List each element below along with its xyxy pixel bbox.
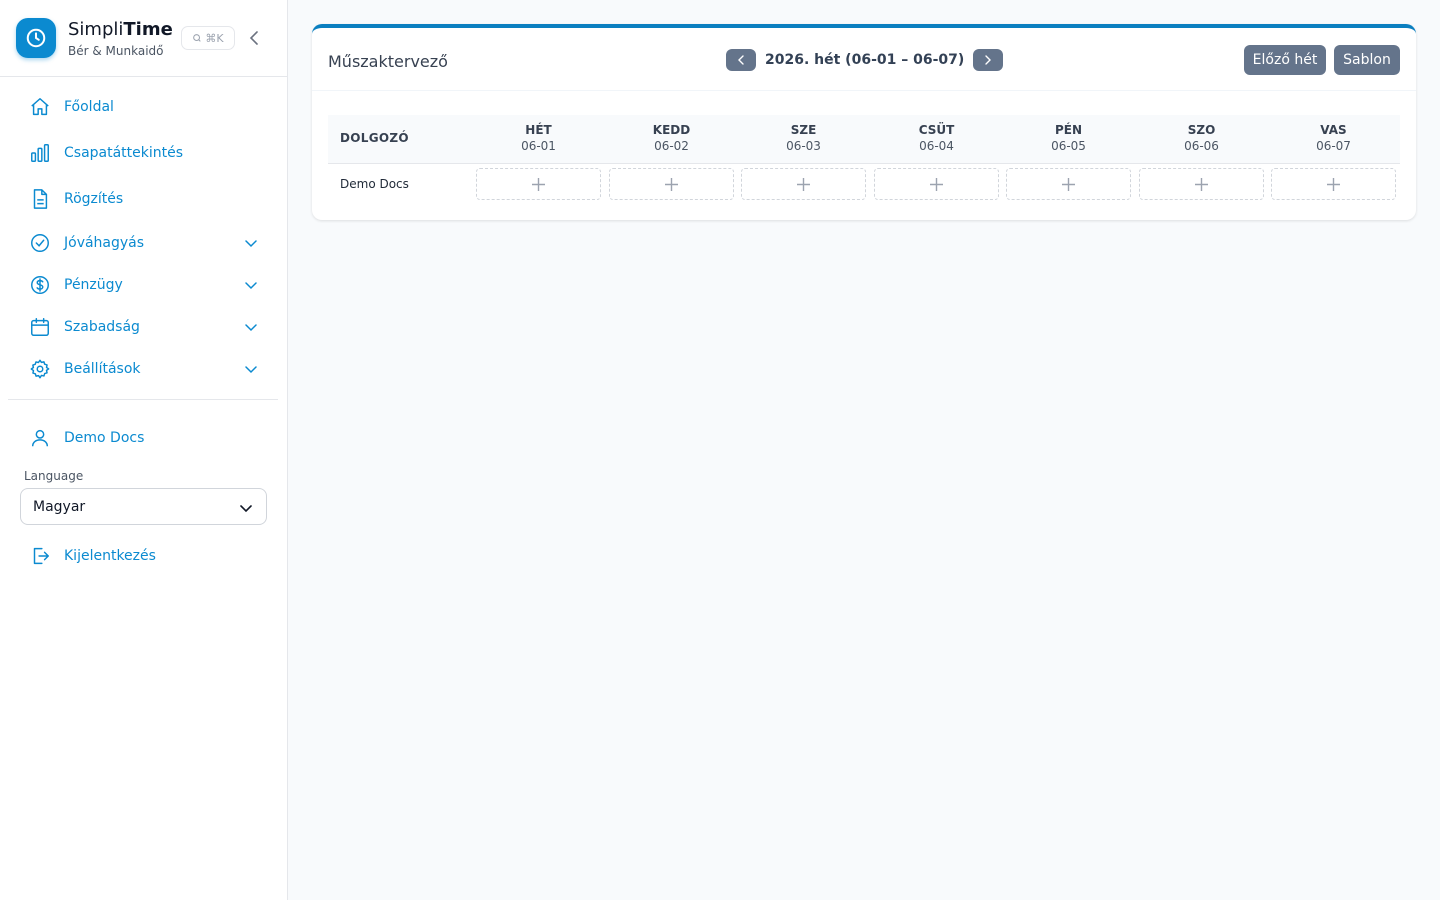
plus-icon (1327, 177, 1340, 191)
chevron-right-icon (985, 55, 992, 65)
gear-icon (28, 357, 52, 381)
nav-label-finance: Pénzügy (64, 277, 123, 293)
plus-icon (930, 177, 943, 191)
day-header: CSÜT 06-04 (918, 123, 955, 153)
user-name: Demo Docs (64, 430, 145, 446)
chevron-down-icon (240, 505, 252, 513)
dollar-circle-icon (28, 273, 52, 297)
logout-label: Kijelentkezés (64, 548, 156, 564)
language-select[interactable]: Magyar (20, 488, 267, 525)
day-header: KEDD 06-02 (652, 123, 691, 153)
day-header: SZO 06-06 (1184, 123, 1219, 153)
logout-icon (28, 544, 52, 568)
sidebar-divider (8, 399, 278, 400)
chevron-left-icon (738, 55, 744, 65)
nav-label-settings: Beállítások (64, 361, 141, 377)
sidebar: SimpliTime Bér & Munkaidő ⌘K Főoldal Csa… (0, 0, 288, 900)
plus-icon (1062, 177, 1075, 191)
nav-label-approval: Jóváhagyás (64, 235, 145, 251)
day-header: VAS 06-07 (1316, 123, 1351, 153)
chevron-down-icon (245, 324, 257, 332)
add-shift-cell[interactable] (609, 168, 734, 200)
chevron-down-icon (245, 282, 257, 290)
nav-item-approval[interactable]: Jóváhagyás (16, 225, 272, 261)
shortcut-label: ⌘K (205, 31, 224, 45)
schedule-header-row: DOLGOZÓ HÉT 06-01 KEDD 06-02 SZE 06-03 CSÜT… (328, 115, 1400, 164)
language-label: Language (24, 469, 84, 483)
day-header: HÉT 06-01 (521, 123, 556, 153)
planner-header: Műszaktervező 2026. hét (06-01 – 06-07) … (312, 28, 1416, 91)
brand-subtitle: Bér & Munkaidő (68, 44, 164, 58)
plus-icon (665, 177, 678, 191)
prev-week-arrow-button[interactable] (726, 49, 756, 71)
chevron-down-icon (245, 366, 257, 374)
week-label: 2026. hét (06-01 – 06-07) (765, 52, 965, 68)
shift-planner-card: Műszaktervező 2026. hét (06-01 – 06-07) … (312, 24, 1416, 220)
search-shortcut-button[interactable]: ⌘K (181, 26, 235, 50)
home-icon (28, 95, 52, 119)
document-icon (28, 187, 52, 211)
nav-label-leave: Szabadság (64, 319, 140, 335)
search-icon (193, 34, 202, 42)
add-shift-cell[interactable] (874, 168, 999, 200)
user-icon (28, 426, 52, 450)
add-shift-cell[interactable] (1271, 168, 1396, 200)
calendar-icon (28, 315, 52, 339)
brand-name: SimpliTime (68, 19, 173, 40)
previous-week-button[interactable]: Előző hét (1244, 45, 1326, 75)
employee-name: Demo Docs (340, 177, 409, 191)
day-header: SZE 06-03 (786, 123, 821, 153)
nav-item-leave[interactable]: Szabadság (16, 309, 272, 345)
template-button[interactable]: Sablon (1334, 45, 1400, 75)
chevron-down-icon (245, 240, 257, 248)
collapse-sidebar-button[interactable] (246, 29, 264, 47)
chevron-left-icon (249, 31, 258, 45)
next-week-arrow-button[interactable] (973, 49, 1004, 71)
plus-icon (1195, 177, 1208, 191)
employee-column-header: DOLGOZÓ (340, 131, 409, 145)
nav-item-finance[interactable]: Pénzügy (16, 267, 272, 303)
nav-item-profile[interactable]: Demo Docs (16, 420, 272, 456)
language-selected-value: Magyar (33, 498, 86, 515)
nav-item-record[interactable]: Rögzítés (16, 181, 272, 217)
nav-item-settings[interactable]: Beállítások (16, 351, 272, 387)
bar-chart-icon (28, 141, 52, 165)
add-shift-cell[interactable] (1139, 168, 1264, 200)
add-shift-cell[interactable] (476, 168, 601, 200)
nav-item-logout[interactable]: Kijelentkezés (16, 538, 272, 574)
nav-label-record: Rögzítés (64, 191, 124, 207)
add-shift-cell[interactable] (1006, 168, 1131, 200)
nav-label-home: Főoldal (64, 99, 114, 115)
nav-label-team: Csapatáttekintés (64, 145, 184, 161)
nav-item-home[interactable]: Főoldal (16, 89, 272, 125)
day-header: PÉN 06-05 (1051, 123, 1086, 153)
check-circle-icon (28, 231, 52, 255)
clock-logo-icon (16, 18, 56, 58)
week-navigator: 2026. hét (06-01 – 06-07) (726, 49, 1004, 71)
nav-item-team[interactable]: Csapatáttekintés (16, 135, 272, 171)
brand-header: SimpliTime Bér & Munkaidő ⌘K (0, 0, 287, 77)
page-title: Műszaktervező (328, 52, 448, 71)
add-shift-cell[interactable] (741, 168, 866, 200)
plus-icon (532, 177, 545, 191)
plus-icon (797, 177, 810, 191)
